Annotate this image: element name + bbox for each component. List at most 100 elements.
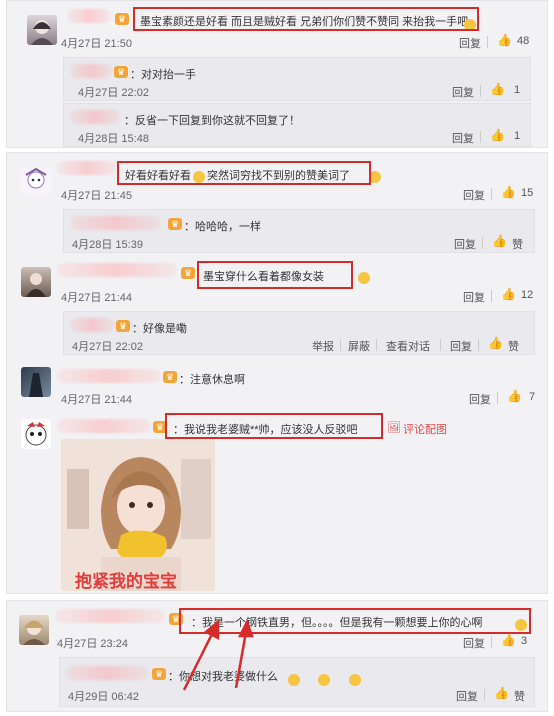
- thumbs-up-icon[interactable]: 👍: [490, 128, 505, 142]
- thumbs-up-icon[interactable]: 👍: [488, 336, 503, 350]
- reply-text: ：你想对我老婆做什么: [168, 671, 278, 683]
- comment-time: 4月27日 21:44: [61, 292, 132, 304]
- reply-text: ：哈哈哈，一样: [184, 221, 261, 233]
- avatar[interactable]: [21, 267, 51, 297]
- divider: [491, 290, 492, 302]
- divider: [440, 339, 441, 351]
- divider: [480, 85, 481, 97]
- comment-block-1: ♛ 墨宝素颜还是好看 而且是贼好看 兄弟们你们赞不赞同 来抬我一手吧 4月27日…: [6, 0, 548, 148]
- reply-button[interactable]: 回复: [459, 35, 481, 51]
- crown-badge-icon: ♛: [163, 371, 177, 383]
- highlight-box: [165, 413, 383, 439]
- reply-button[interactable]: 回复: [463, 187, 485, 203]
- reply-time: 4月29日 06:42: [68, 691, 139, 703]
- reply-button[interactable]: 回复: [452, 130, 474, 146]
- crown-badge-icon: ♛: [152, 668, 166, 680]
- reply-button[interactable]: 回复: [469, 391, 491, 407]
- reply-button[interactable]: 回复: [450, 338, 472, 354]
- reply-text: ：反省一下回复到你这就不回复了！: [124, 115, 300, 127]
- reply-time: 4月27日 22:02: [72, 341, 143, 353]
- thumbs-up-icon[interactable]: 👍: [501, 287, 516, 301]
- like-count: 48: [517, 35, 530, 47]
- crown-badge-icon: ♛: [181, 267, 195, 279]
- highlight-box: [197, 261, 353, 289]
- reply-button[interactable]: 回复: [452, 84, 474, 100]
- username-blurred[interactable]: [70, 318, 114, 332]
- username-blurred[interactable]: [66, 666, 148, 680]
- avatar[interactable]: [27, 15, 57, 45]
- reply-text: ：对对抬一手: [130, 69, 196, 81]
- avatar-image: [25, 422, 47, 446]
- username-blurred[interactable]: [57, 161, 117, 175]
- reply-button[interactable]: 回复: [456, 688, 478, 704]
- divider: [340, 339, 341, 351]
- thumbs-up-icon[interactable]: 👍: [492, 234, 507, 248]
- username-blurred[interactable]: [55, 609, 165, 623]
- thumbs-up-icon[interactable]: 👍: [501, 185, 516, 199]
- reply-item: ♛ ：好像是嘞 4月27日 22:02 举报 屏蔽 查看对话 回复 👍 赞: [63, 311, 535, 355]
- avatar-image: [26, 273, 46, 297]
- reply-button[interactable]: 回复: [454, 236, 476, 252]
- block-button[interactable]: 屏蔽: [348, 338, 370, 354]
- avatar-image: [31, 20, 53, 45]
- like-count: 7: [529, 391, 536, 403]
- smiley-emoji-icon: [288, 673, 300, 686]
- crown-badge-icon: ♛: [116, 320, 130, 332]
- highlight-box: [179, 608, 531, 634]
- crown-badge-icon: ♛: [168, 218, 182, 230]
- username-blurred[interactable]: [57, 369, 161, 383]
- crown-badge-icon: ♛: [114, 66, 128, 78]
- avatar[interactable]: [19, 615, 49, 645]
- like-count: 1: [514, 130, 521, 142]
- username-blurred[interactable]: [67, 9, 111, 23]
- avatar[interactable]: [21, 167, 51, 197]
- gallery-link[interactable]: 评论配图: [403, 421, 447, 437]
- smiley-emoji-icon: [369, 170, 382, 183]
- thumbs-up-icon[interactable]: 👍: [490, 82, 505, 96]
- comment-image[interactable]: 抱紧我的宝宝: [61, 439, 215, 591]
- like-count: 12: [521, 289, 534, 301]
- view-dialog-button[interactable]: 查看对话: [386, 338, 430, 354]
- avatar-image: [25, 167, 47, 189]
- like-button-label[interactable]: 赞: [508, 338, 519, 354]
- username-blurred[interactable]: [57, 263, 177, 277]
- reply-item: ♛ ：对对抬一手 4月27日 22:02 回复 👍 1: [63, 57, 531, 101]
- highlight-box: [117, 161, 371, 185]
- comment-time: 4月27日 21:45: [61, 190, 132, 202]
- smiley-emoji-icon: [318, 673, 331, 686]
- username-blurred[interactable]: [70, 64, 112, 78]
- thumbs-up-icon[interactable]: 👍: [507, 389, 522, 403]
- comment-time: 4月27日 21:44: [61, 394, 132, 406]
- username-blurred[interactable]: [70, 110, 120, 124]
- like-button-label[interactable]: 赞: [514, 688, 525, 704]
- reply-time: 4月28日 15:39: [72, 239, 143, 251]
- divider: [478, 339, 479, 351]
- highlight-box: [133, 7, 479, 31]
- reply-item: ♛ ：哈哈哈，一样 4月28日 15:39 回复 👍 赞: [63, 209, 535, 253]
- like-count: 1: [514, 84, 521, 96]
- avatar[interactable]: [21, 367, 51, 397]
- comment-time: 4月27日 23:24: [57, 638, 128, 650]
- divider: [376, 339, 377, 351]
- thumbs-up-icon[interactable]: 👍: [497, 33, 512, 47]
- picture-icon[interactable]: 🖼: [387, 421, 401, 434]
- like-button-label[interactable]: 赞: [512, 236, 523, 252]
- smiley-emoji-icon: [348, 673, 361, 686]
- divider: [484, 689, 485, 701]
- avatar[interactable]: [21, 419, 51, 449]
- comment-time: 4月27日 21:50: [61, 38, 132, 50]
- reply-item: ♛ ：你想对我老婆做什么 4月29日 06:42 回复 👍 赞: [59, 657, 535, 707]
- divider: [491, 188, 492, 200]
- username-blurred[interactable]: [57, 419, 151, 433]
- smiley-emoji-icon: [357, 271, 370, 284]
- reply-button[interactable]: 回复: [463, 289, 485, 305]
- thumbs-up-icon[interactable]: 👍: [501, 633, 516, 647]
- thumbs-up-icon[interactable]: 👍: [494, 686, 509, 700]
- report-button[interactable]: 举报: [312, 338, 334, 354]
- comment-text: ：注意休息啊: [179, 374, 245, 386]
- reply-text: ：好像是嘞: [132, 323, 187, 335]
- username-blurred[interactable]: [70, 216, 160, 230]
- reply-button[interactable]: 回复: [463, 635, 485, 651]
- like-count: 3: [521, 635, 528, 647]
- reply-item: ：反省一下回复到你这就不回复了！ 4月28日 15:48 回复 👍 1: [63, 103, 531, 147]
